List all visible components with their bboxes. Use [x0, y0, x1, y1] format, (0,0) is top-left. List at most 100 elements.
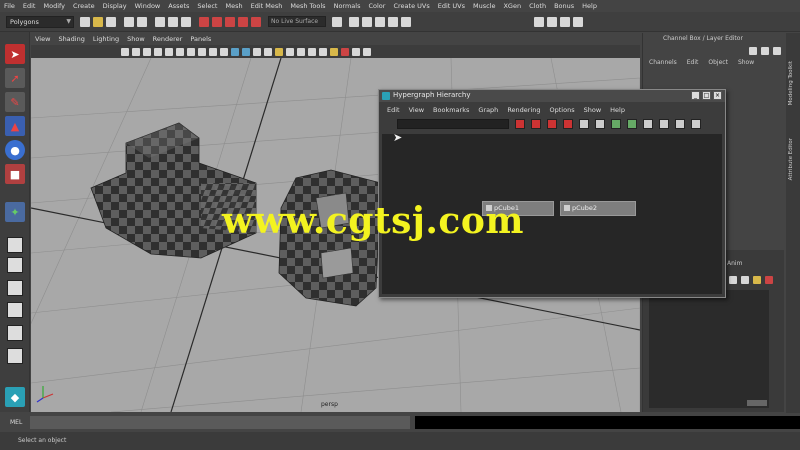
- redo-icon[interactable]: [137, 16, 147, 27]
- menu-help[interactable]: Help: [582, 2, 597, 10]
- wireframe-on-shaded-icon[interactable]: [253, 47, 261, 56]
- lasso-tool-icon[interactable]: ➚: [5, 68, 25, 88]
- menu-mesh-tools[interactable]: Mesh Tools: [290, 2, 325, 10]
- frame-branch-icon[interactable]: [563, 119, 573, 129]
- hypergraph-node[interactable]: pCube2: [560, 201, 636, 216]
- render-frame-icon[interactable]: [362, 16, 372, 27]
- layer-editor-tab-anim[interactable]: Anim: [727, 260, 742, 267]
- persp-graph-layout-icon[interactable]: [7, 280, 23, 296]
- xray-icon[interactable]: [330, 47, 338, 56]
- menu-edit-uvs[interactable]: Edit UVs: [438, 2, 465, 10]
- snap-surface-icon[interactable]: [251, 16, 261, 27]
- snap-curve-icon[interactable]: [212, 16, 222, 27]
- paint-select-tool-icon[interactable]: ✎: [5, 92, 25, 112]
- frame-all-icon[interactable]: [515, 119, 525, 129]
- backface-culling-icon[interactable]: [363, 47, 371, 56]
- scene-hierarchy-icon[interactable]: [643, 119, 653, 129]
- open-scene-icon[interactable]: [93, 16, 103, 27]
- menu-create-uvs[interactable]: Create UVs: [393, 2, 429, 10]
- ipr-render-icon[interactable]: [375, 16, 385, 27]
- safe-action-icon[interactable]: [220, 47, 228, 56]
- modeling-toolkit-tab[interactable]: Modeling Toolkit: [788, 61, 798, 105]
- film-gate-icon[interactable]: [176, 47, 184, 56]
- menu-muscle[interactable]: Muscle: [473, 2, 496, 10]
- hypershade-graph-icon[interactable]: [675, 119, 685, 129]
- hypergraph-menu-options[interactable]: Options: [550, 106, 575, 114]
- move-tool-icon[interactable]: ▲: [5, 116, 25, 136]
- modeling-toolkit-toggle-icon[interactable]: [534, 16, 544, 27]
- snap-point-icon[interactable]: [225, 16, 235, 27]
- persp-hypershade-layout-icon[interactable]: [7, 325, 23, 341]
- smooth-shade-icon[interactable]: [242, 47, 250, 56]
- hypergraph-menu-rendering[interactable]: Rendering: [507, 106, 540, 114]
- input-output-connections-icon[interactable]: [659, 119, 669, 129]
- menu-color[interactable]: Color: [368, 2, 385, 10]
- delete-layer-icon[interactable]: [765, 276, 773, 284]
- hypergraph-menu-show[interactable]: Show: [584, 106, 602, 114]
- channel-box-menu-object[interactable]: Object: [708, 59, 728, 71]
- hypergraph-menu-bookmarks[interactable]: Bookmarks: [433, 106, 469, 114]
- scroll-handle[interactable]: [747, 400, 767, 406]
- hypergraph-titlebar[interactable]: Hypergraph Hierarchy _ □ ×: [379, 90, 725, 102]
- camera-icon[interactable]: [121, 47, 129, 56]
- menu-mesh[interactable]: Mesh: [225, 2, 242, 10]
- isolate-select-icon[interactable]: [319, 47, 327, 56]
- motion-blur-icon[interactable]: [308, 47, 316, 56]
- select-tool-icon[interactable]: ➤: [5, 44, 25, 64]
- layout-icon[interactable]: [749, 47, 757, 55]
- ambient-occlusion-icon[interactable]: [297, 47, 305, 56]
- frame-selection-icon[interactable]: [531, 119, 541, 129]
- image-plane-icon[interactable]: [154, 47, 162, 56]
- hypershade-icon[interactable]: [401, 16, 411, 27]
- toggle-freeform-icon[interactable]: [579, 119, 589, 129]
- channel-box-toggle-icon[interactable]: [573, 16, 583, 27]
- menu-window[interactable]: Window: [135, 2, 161, 10]
- hypergraph-menu-graph[interactable]: Graph: [478, 106, 498, 114]
- shadows-icon[interactable]: [286, 47, 294, 56]
- viewport-menu-panels[interactable]: Panels: [190, 35, 211, 43]
- hypergraph-menu-help[interactable]: Help: [610, 106, 625, 114]
- rotate-tool-icon[interactable]: ●: [5, 140, 25, 160]
- layer-list[interactable]: [649, 290, 769, 408]
- render-view-icon[interactable]: [349, 16, 359, 27]
- menu-file[interactable]: File: [4, 2, 15, 10]
- new-layer-selected-icon[interactable]: [741, 276, 749, 284]
- field-chart-icon[interactable]: [209, 47, 217, 56]
- channel-box-menu-show[interactable]: Show: [738, 59, 754, 71]
- viewport-menu-shading[interactable]: Shading: [58, 35, 84, 43]
- menu-assets[interactable]: Assets: [168, 2, 189, 10]
- menu-bonus[interactable]: Bonus: [554, 2, 574, 10]
- menu-normals[interactable]: Normals: [334, 2, 361, 10]
- hypergraph-menu-edit[interactable]: Edit: [387, 106, 400, 114]
- attribute-editor-tab[interactable]: Attribute Editor: [788, 138, 798, 180]
- xray-joints-icon[interactable]: [352, 47, 360, 56]
- menu-edit-mesh[interactable]: Edit Mesh: [251, 2, 283, 10]
- menu-create[interactable]: Create: [73, 2, 95, 10]
- hypergraph-search-input[interactable]: [397, 119, 509, 129]
- minimize-button[interactable]: _: [691, 91, 700, 100]
- menu-select[interactable]: Select: [197, 2, 217, 10]
- textured-icon[interactable]: [264, 47, 272, 56]
- viewport-menu-renderer[interactable]: Renderer: [153, 35, 183, 43]
- persp-graph-hypershade-layout-icon[interactable]: [7, 348, 23, 364]
- undo-icon[interactable]: [124, 16, 134, 27]
- settings-icon[interactable]: [761, 47, 769, 55]
- show-manipulator-icon[interactable]: ✦: [5, 202, 25, 222]
- persp-outliner-layout-icon[interactable]: [7, 302, 23, 318]
- viewport-menu-view[interactable]: View: [35, 35, 50, 43]
- tool-settings-toggle-icon[interactable]: [560, 16, 570, 27]
- wireframe-icon[interactable]: [231, 47, 239, 56]
- channel-box-menu-channels[interactable]: Channels: [649, 59, 677, 71]
- single-perspective-layout-icon[interactable]: [7, 237, 23, 253]
- close-icon[interactable]: [773, 47, 781, 55]
- menu-modify[interactable]: Modify: [43, 2, 65, 10]
- render-settings-icon[interactable]: [388, 16, 398, 27]
- toggle-automatic-icon[interactable]: [595, 119, 605, 129]
- menu-cloth[interactable]: Cloth: [529, 2, 546, 10]
- select-object-icon[interactable]: [168, 16, 178, 27]
- grid-icon[interactable]: [165, 47, 173, 56]
- new-layer-icon[interactable]: [729, 276, 737, 284]
- command-language-label[interactable]: MEL: [0, 419, 30, 426]
- layer-options-icon[interactable]: [753, 276, 761, 284]
- scale-tool-icon[interactable]: ■: [5, 164, 25, 184]
